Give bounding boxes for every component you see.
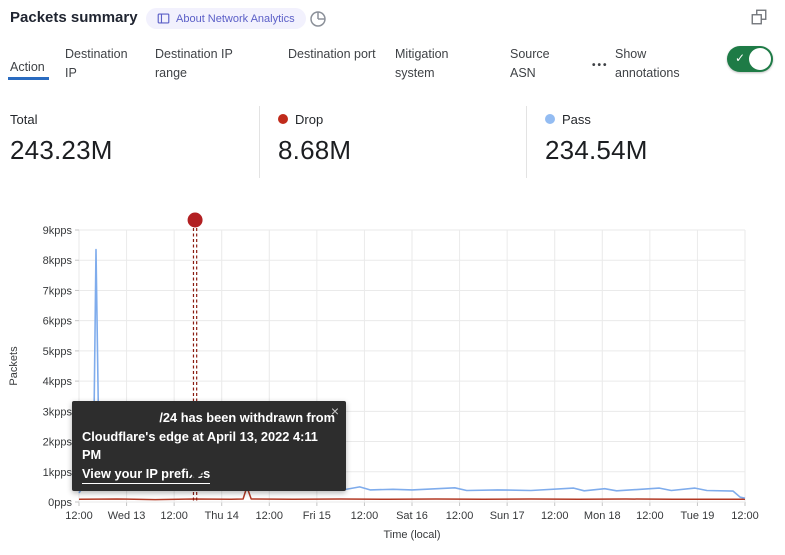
tooltip-text-line2: Cloudflare's edge at April 13, 2022 4:11… bbox=[82, 428, 336, 465]
x-tick-label: 12:00 bbox=[446, 510, 474, 522]
packets-chart: 12:00 Wed 13 12:00 Thu 14 12:00 Fri 15 12:00 Sa… bbox=[0, 195, 785, 555]
about-network-analytics-badge[interactable]: About Network Analytics bbox=[146, 8, 306, 29]
annotation-tooltip: × /24 has been withdrawn from Cloudflare… bbox=[72, 401, 346, 491]
pass-legend-dot bbox=[545, 114, 555, 124]
tab-mitigation-system[interactable]: Mitigation system bbox=[395, 45, 489, 84]
book-icon bbox=[157, 12, 170, 25]
stat-drop: Drop 8.68M bbox=[278, 112, 351, 166]
time-range-pie-icon[interactable] bbox=[309, 10, 327, 28]
x-tick-label: Tue 19 bbox=[681, 510, 715, 522]
stat-total-label: Total bbox=[10, 112, 37, 127]
x-tick-label: 12:00 bbox=[351, 510, 379, 522]
show-annotations-toggle[interactable]: ✓ bbox=[727, 46, 773, 72]
y-tick-label: 8kpps bbox=[43, 255, 73, 267]
tab-action[interactable]: Action bbox=[10, 58, 45, 77]
y-tick-label: 1kpps bbox=[43, 467, 73, 479]
check-icon: ✓ bbox=[735, 51, 745, 65]
tab-destination-ip-range[interactable]: Destination IP range bbox=[155, 45, 267, 84]
x-tick-label: Fri 15 bbox=[303, 510, 331, 522]
y-tick-label: 4kpps bbox=[43, 376, 73, 388]
about-badge-label: About Network Analytics bbox=[176, 13, 295, 25]
tab-destination-ip[interactable]: Destination IP bbox=[65, 45, 141, 84]
y-tick-label: 2kpps bbox=[43, 437, 73, 449]
close-icon[interactable]: × bbox=[331, 403, 339, 419]
x-axis-title: Time (local) bbox=[383, 529, 440, 541]
y-tick-label: 0pps bbox=[48, 497, 72, 509]
x-tick-label: Wed 13 bbox=[108, 510, 146, 522]
annotation-dot[interactable] bbox=[188, 213, 203, 228]
x-tick-label: Mon 18 bbox=[584, 510, 621, 522]
stat-divider bbox=[526, 106, 527, 178]
x-tick-label: 12:00 bbox=[160, 510, 188, 522]
x-tick-label: 12:00 bbox=[636, 510, 664, 522]
stat-drop-label: Drop bbox=[295, 112, 323, 127]
tooltip-arrow bbox=[185, 467, 207, 480]
stat-divider bbox=[259, 106, 260, 178]
tooltip-text-line1: /24 has been withdrawn from bbox=[82, 409, 336, 428]
y-axis-title: Packets bbox=[8, 346, 20, 386]
x-tick-label: 12:00 bbox=[541, 510, 569, 522]
x-tick-label: Thu 14 bbox=[205, 510, 239, 522]
x-tick-label: 12:00 bbox=[256, 510, 284, 522]
y-tick-label: 3kpps bbox=[43, 406, 73, 418]
stat-pass-value: 234.54M bbox=[545, 135, 648, 166]
y-tick-label: 6kpps bbox=[43, 316, 73, 328]
y-tick-label: 7kpps bbox=[43, 285, 73, 297]
stat-drop-value: 8.68M bbox=[278, 135, 351, 166]
toggle-knob bbox=[749, 48, 771, 70]
x-tick-label: 12:00 bbox=[65, 510, 93, 522]
tab-source-asn[interactable]: Source ASN bbox=[510, 45, 572, 84]
show-annotations-label: Show annotations bbox=[615, 45, 710, 84]
page-title: Packets summary bbox=[10, 9, 138, 26]
active-tab-underline bbox=[8, 77, 49, 80]
popout-icon[interactable] bbox=[750, 8, 768, 26]
x-tick-label: 12:00 bbox=[731, 510, 759, 522]
y-tick-label: 9kpps bbox=[43, 225, 73, 237]
drop-legend-dot bbox=[278, 114, 288, 124]
y-tick-label: 5kpps bbox=[43, 346, 73, 358]
stat-pass-label: Pass bbox=[562, 112, 591, 127]
tab-destination-port[interactable]: Destination port bbox=[288, 45, 378, 64]
more-tabs-button[interactable]: ••• bbox=[592, 60, 609, 71]
stat-total: Total 243.23M bbox=[10, 112, 113, 166]
stat-total-value: 243.23M bbox=[10, 135, 113, 166]
stat-pass: Pass 234.54M bbox=[545, 112, 648, 166]
x-tick-label: Sat 16 bbox=[396, 510, 428, 522]
x-tick-label: Sun 17 bbox=[490, 510, 525, 522]
